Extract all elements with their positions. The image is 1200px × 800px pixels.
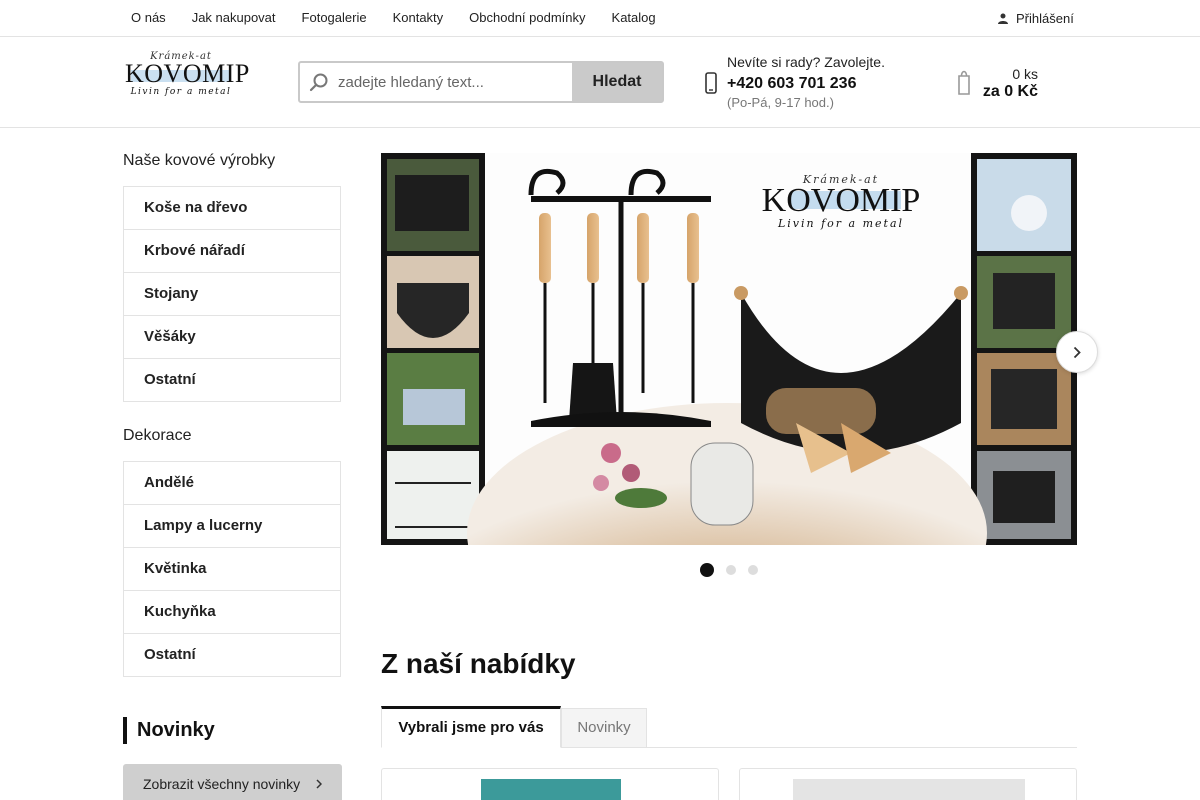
slider-dot-2[interactable] bbox=[726, 565, 736, 575]
banner-logo-tagline: Livin for a metal bbox=[777, 217, 904, 230]
search-button[interactable]: Hledat bbox=[572, 63, 662, 101]
offer-tabs: Vybrali jsme pro vás Novinky bbox=[381, 706, 1077, 748]
header: Krámek-at KOVOMIP Livin for a metal Hled… bbox=[0, 37, 1200, 128]
offer-title: Z naší nabídky bbox=[381, 648, 576, 679]
category-ostatni[interactable]: Ostatní bbox=[124, 359, 340, 401]
product-image bbox=[793, 779, 1025, 800]
phone-icon bbox=[705, 72, 717, 94]
search-icon bbox=[300, 63, 338, 101]
all-news-button[interactable]: Zobrazit všechny novinky bbox=[123, 764, 342, 800]
slider-next-button[interactable] bbox=[1056, 331, 1098, 373]
logo-name: KOVOMIP bbox=[125, 59, 250, 88]
search-input[interactable] bbox=[338, 63, 572, 101]
hero-banner[interactable]: Krámek-at KOVOMIP Livin for a metal bbox=[381, 153, 1077, 545]
chevron-right-icon bbox=[316, 779, 322, 789]
decor-lampy-a-lucerny[interactable]: Lampy a lucerny bbox=[124, 505, 340, 548]
decor-kvetinka[interactable]: Květinka bbox=[124, 548, 340, 591]
banner-logo-name: KOVOMIP bbox=[762, 182, 921, 219]
cart-price: za 0 Kč bbox=[982, 83, 1038, 100]
category-stojany[interactable]: Stojany bbox=[124, 273, 340, 316]
chevron-right-icon bbox=[1073, 346, 1081, 358]
search-form: Hledat bbox=[298, 61, 664, 103]
cart-count: 0 ks bbox=[1012, 66, 1038, 82]
login-link[interactable]: Přihlášení bbox=[998, 0, 1074, 36]
login-label: Přihlášení bbox=[1016, 10, 1074, 26]
tab-novinky[interactable]: Novinky bbox=[561, 708, 647, 748]
product-card[interactable] bbox=[381, 768, 719, 800]
categories-title: Naše kovové výrobky bbox=[123, 152, 276, 169]
top-nav: O nás Jak nakupovat Fotogalerie Kontakty… bbox=[118, 0, 669, 36]
top-bar: O nás Jak nakupovat Fotogalerie Kontakty… bbox=[0, 0, 1200, 37]
category-krbove-naradi[interactable]: Krbové nářadí bbox=[124, 230, 340, 273]
nav-link-kontakty[interactable]: Kontakty bbox=[380, 0, 457, 36]
decor-menu: Andělé Lampy a lucerny Květinka Kuchyňka… bbox=[123, 461, 341, 677]
news-heading: Novinky bbox=[123, 717, 215, 744]
categories-menu: Koše na dřevo Krbové nářadí Stojany Věšá… bbox=[123, 186, 341, 402]
nav-link-katalog[interactable]: Katalog bbox=[599, 0, 669, 36]
decor-kuchynka[interactable]: Kuchyňka bbox=[124, 591, 340, 634]
nav-link-fotogalerie[interactable]: Fotogalerie bbox=[289, 0, 380, 36]
contact-hours: (Po-Pá, 9-17 hod.) bbox=[727, 95, 834, 110]
user-icon bbox=[998, 13, 1008, 24]
decor-ostatni[interactable]: Ostatní bbox=[124, 634, 340, 676]
nav-link-obchodni-podminky[interactable]: Obchodní podmínky bbox=[456, 0, 598, 36]
decor-title: Dekorace bbox=[123, 427, 192, 444]
slider-dot-1[interactable] bbox=[700, 563, 714, 577]
product-image bbox=[481, 779, 621, 800]
nav-link-o-nas[interactable]: O nás bbox=[118, 0, 179, 36]
site-logo[interactable]: Krámek-at KOVOMIP Livin for a metal bbox=[125, 51, 249, 107]
nav-link-jak-nakupovat[interactable]: Jak nakupovat bbox=[179, 0, 289, 36]
all-news-label: Zobrazit všechny novinky bbox=[143, 776, 301, 792]
product-card[interactable] bbox=[739, 768, 1077, 800]
cart-widget[interactable]: 0 ks za 0 Kč bbox=[957, 66, 1038, 102]
slider-dot-3[interactable] bbox=[748, 565, 758, 575]
contact-phone[interactable]: +420 603 701 236 bbox=[727, 75, 856, 93]
tab-vybrali-jsme-pro-vas[interactable]: Vybrali jsme pro vás bbox=[381, 706, 561, 748]
cart-icon bbox=[958, 70, 970, 95]
banner-image: Krámek-at KOVOMIP Livin for a metal bbox=[381, 153, 1077, 545]
category-kose-na-drevo[interactable]: Koše na dřevo bbox=[124, 187, 340, 230]
category-vesaky[interactable]: Věšáky bbox=[124, 316, 340, 359]
decor-andele[interactable]: Andělé bbox=[124, 462, 340, 505]
contact-question: Nevíte si rady? Zavolejte. bbox=[727, 54, 885, 70]
slider-dots bbox=[700, 563, 770, 577]
